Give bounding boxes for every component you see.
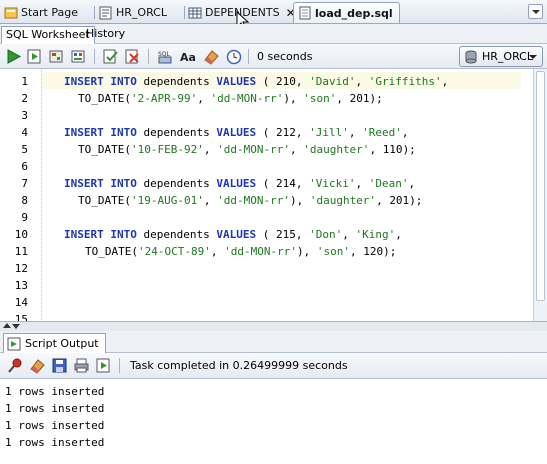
sql-editor[interactable]: 1 2 3 4 5 6 7 8 9 10 11 12 13 14 15 INSE… [0,69,547,322]
tab-history[interactable]: History [82,26,129,44]
line-number: 8 [21,194,28,207]
editor-vertical-scrollbar[interactable] [533,69,547,321]
autotrace-icon[interactable] [48,48,65,65]
output-line: 1 rows inserted [5,385,105,398]
print-icon[interactable] [73,357,90,374]
tab-load-dep-sql[interactable]: load_dep.sql [293,2,400,23]
line-number: 14 [14,296,28,309]
line-number: 5 [21,143,28,156]
tab-label: Start Page [21,6,78,19]
tab-start-page[interactable]: Start Page [4,2,78,23]
clear-output-icon[interactable] [29,357,46,374]
run-script-icon[interactable] [95,357,112,374]
script-output-area[interactable]: 1 rows inserted 1 rows inserted 1 rows i… [0,379,547,464]
elapsed-time: 0 seconds [257,50,313,63]
tab-label: Script Output [25,337,99,350]
code-line: TO_DATE('10-FEB-92', 'dd-MON-rr', 'daugh… [78,143,416,156]
code-line: INSERT INTO dependents VALUES ( 212, 'Ji… [64,126,409,139]
code-line: INSERT INTO dependents VALUES ( 214, 'Vi… [64,177,416,190]
worksheet-toolbar: SQL Aa 0 seconds HR_ORCL [0,44,547,69]
line-number: 12 [14,262,28,275]
history-clock-icon[interactable] [225,48,242,65]
chevron-down-icon [529,55,537,59]
line-number: 10 [14,228,28,241]
rollback-icon[interactable] [124,48,141,65]
connection-name: HR_ORCL [482,50,533,63]
toolbar-divider [94,49,95,64]
code-line: INSERT INTO dependents VALUES ( 210, 'Da… [64,75,449,88]
toolbar-divider [248,49,249,64]
output-tab-bar: Script Output [0,331,547,353]
run-statement-icon[interactable] [5,48,22,65]
save-icon[interactable] [51,357,68,374]
scrollbar-thumb[interactable] [536,71,545,301]
line-number: 7 [21,177,28,190]
line-number: 3 [21,109,28,122]
line-number: 13 [14,279,28,292]
toolbar-divider [119,358,120,373]
line-number: 4 [21,126,28,139]
expand-down-icon[interactable] [12,324,20,329]
database-icon [465,50,477,63]
panel-splitter[interactable] [0,322,547,331]
sql-sheet-icon [99,6,113,20]
tab-label: load_dep.sql [315,6,393,20]
start-page-icon [4,6,18,20]
task-status: Task completed in 0.26499999 seconds [130,359,348,372]
tab-sql-worksheet[interactable]: SQL Worksheet [1,26,95,44]
expand-up-icon[interactable] [3,323,11,328]
pin-icon[interactable] [7,357,24,374]
line-number-gutter: 1 2 3 4 5 6 7 8 9 10 11 12 13 14 15 [0,69,30,322]
explain-plan-icon[interactable] [70,48,87,65]
output-line: 1 rows inserted [5,436,105,449]
script-output-icon [7,337,21,350]
line-number: 2 [21,92,28,105]
tab-divider [94,6,95,19]
table-icon [188,6,202,20]
output-toolbar: Task completed in 0.26499999 seconds [0,353,547,379]
line-number: 11 [14,245,28,258]
line-number: 6 [21,160,28,173]
document-tab-bar: Start Page HR_ORCL DEPENDENTS ✕ load_dep… [0,0,547,24]
tab-label: HR_ORCL [116,6,167,19]
tab-hr-orcl[interactable]: HR_ORCL [99,2,167,23]
code-line: INSERT INTO dependents VALUES ( 215, 'Do… [64,228,402,241]
line-number: 1 [21,75,28,88]
code-line: TO_DATE('24-OCT-89', 'dd-MON-rr'), 'son'… [85,245,397,258]
tab-divider [184,6,185,19]
clear-eraser-icon[interactable] [203,48,220,65]
code-line: TO_DATE('19-AUG-01', 'dd-MON-rr'), 'daug… [78,194,423,207]
line-number: 9 [21,211,28,224]
commit-icon[interactable] [102,48,119,65]
run-script-icon[interactable] [26,48,43,65]
code-area[interactable]: INSERT INTO dependents VALUES ( 210, 'Da… [42,69,521,321]
svg-text:Aa: Aa [180,51,196,64]
output-line: 1 rows inserted [5,402,105,415]
line-number: 15 [14,313,28,322]
sql-tuning-icon[interactable]: SQL [157,48,174,65]
connection-select[interactable]: HR_ORCL [459,46,543,67]
toolbar-divider [148,49,149,64]
sql-file-icon [298,6,312,20]
output-line: 1 rows inserted [5,419,105,432]
code-line: TO_DATE('2-APR-99', 'dd-MON-rr'), 'son',… [78,92,383,105]
tab-script-output[interactable]: Script Output [3,333,106,353]
tab-list-dropdown[interactable] [528,4,543,19]
worksheet-subtabs: SQL Worksheet History [0,24,547,44]
format-case-icon[interactable]: Aa [180,48,197,65]
